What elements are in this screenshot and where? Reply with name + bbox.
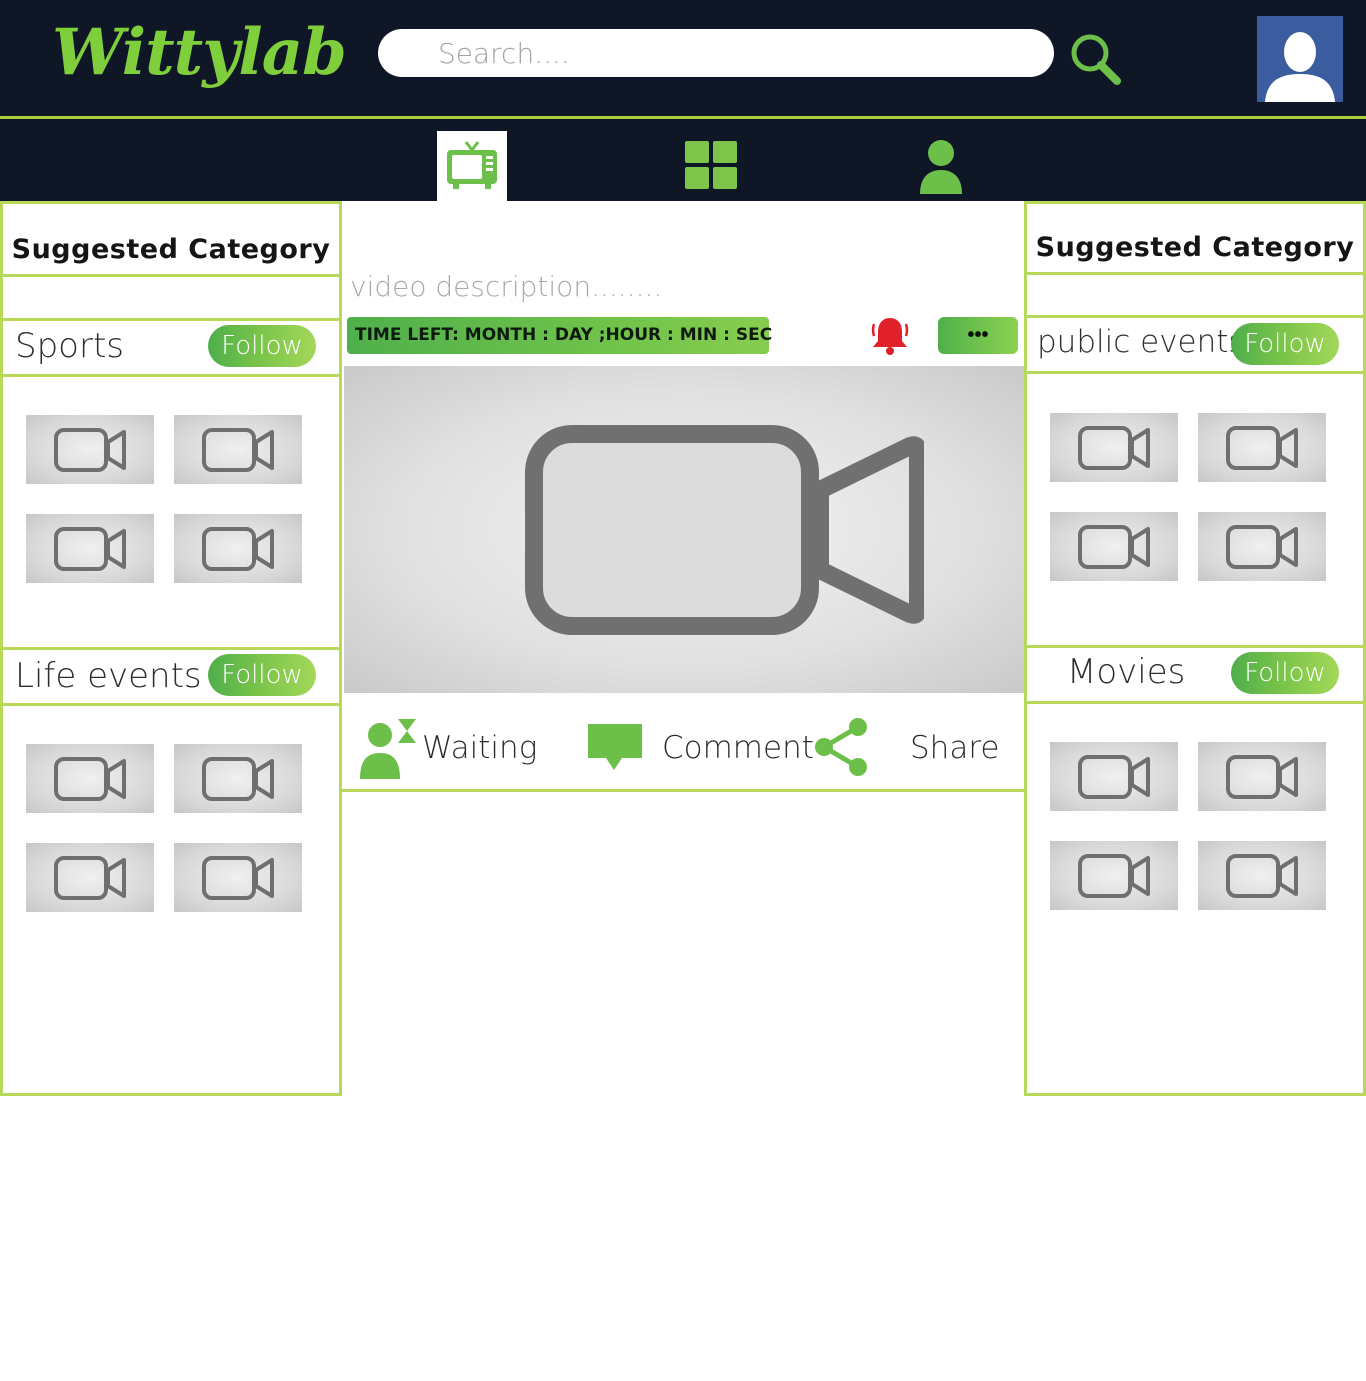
video-thumbnail[interactable] (174, 843, 302, 912)
bell-icon (871, 318, 909, 355)
divider (3, 274, 339, 277)
category-name-sports: Sports (15, 326, 124, 366)
video-thumbnail[interactable] (1198, 413, 1326, 482)
countdown-timer: TIME LEFT: MONTH : DAY ;HOUR : MIN : SEC (347, 317, 772, 354)
video-camera-icon (54, 757, 126, 801)
video-camera-icon (1226, 854, 1298, 898)
divider (1027, 315, 1363, 318)
category-name-life-events: Life events (15, 656, 202, 696)
category-name-public-events: public events (1037, 324, 1245, 360)
video-thumbnail[interactable] (26, 514, 154, 583)
video-camera-icon (1226, 755, 1298, 799)
tab-grid[interactable] (676, 131, 746, 201)
video-thumbnail[interactable] (1050, 742, 1178, 811)
divider (1027, 645, 1363, 648)
video-camera-icon (54, 428, 126, 472)
comment-button[interactable]: Comment (586, 716, 814, 780)
tab-profile[interactable] (906, 131, 976, 201)
video-thumbnail[interactable] (174, 415, 302, 484)
notify-button[interactable] (870, 314, 910, 356)
user-avatar-button[interactable] (1257, 16, 1343, 102)
share-label: Share (910, 730, 1000, 766)
divider (3, 703, 339, 706)
divider (1027, 272, 1363, 275)
waiting-label: Waiting (422, 730, 538, 766)
brand-logo[interactable]: Wittylab (52, 8, 347, 98)
video-camera-icon (202, 428, 274, 472)
video-camera-icon (1078, 426, 1150, 470)
video-thumbnail[interactable] (1050, 841, 1178, 910)
waiting-user-icon (360, 719, 416, 779)
video-camera-icon (1226, 525, 1298, 569)
video-thumbnail[interactable] (26, 843, 154, 912)
video-camera-icon (54, 527, 126, 571)
divider (3, 318, 339, 321)
video-camera-icon (1226, 426, 1298, 470)
search-button[interactable] (1066, 30, 1124, 88)
video-camera-icon (1078, 755, 1150, 799)
top-header: Wittylab (0, 0, 1366, 118)
category-name-movies: Movies (1067, 652, 1186, 692)
video-thumbnail[interactable] (1050, 512, 1178, 581)
video-thumbnail[interactable] (1198, 742, 1326, 811)
video-description: video description........ (350, 270, 663, 303)
video-camera-icon (202, 527, 274, 571)
divider (1027, 701, 1363, 704)
comment-label: Comment (662, 730, 814, 766)
video-camera-icon (202, 856, 274, 900)
search-icon (1071, 34, 1121, 85)
video-camera-icon (54, 856, 126, 900)
more-options-button[interactable]: ••• (938, 317, 1018, 354)
share-button[interactable]: Share (812, 716, 999, 780)
divider (3, 374, 339, 377)
search-bar (378, 29, 1054, 77)
profile-icon (920, 140, 962, 194)
comment-icon (588, 724, 642, 770)
video-camera-icon (1078, 525, 1150, 569)
video-thumbnail[interactable] (26, 415, 154, 484)
video-thumbnail[interactable] (174, 514, 302, 583)
video-thumbnail[interactable] (1050, 413, 1178, 482)
video-thumbnail[interactable] (1198, 512, 1326, 581)
grid-icon (685, 141, 737, 189)
share-icon (815, 718, 867, 776)
video-thumbnail[interactable] (174, 744, 302, 813)
follow-button-sports[interactable]: Follow (208, 325, 316, 367)
video-thumbnail[interactable] (1198, 841, 1326, 910)
left-suggested-panel: Suggested Category Sports Follow Life ev… (0, 201, 342, 1096)
follow-button-life-events[interactable]: Follow (208, 654, 316, 696)
divider (3, 647, 339, 650)
video-thumbnail[interactable] (26, 744, 154, 813)
follow-button-public-events[interactable]: Follow (1231, 323, 1339, 365)
right-suggested-panel: Suggested Category public events Follow … (1024, 201, 1366, 1096)
panel-title: Suggested Category (1035, 232, 1355, 263)
video-camera-icon (525, 425, 924, 635)
follow-button-movies[interactable]: Follow (1231, 652, 1339, 694)
video-camera-icon (1078, 854, 1150, 898)
actions-divider (340, 789, 1026, 792)
tab-tv[interactable] (437, 131, 507, 201)
waiting-button[interactable]: Waiting (360, 716, 537, 780)
tv-icon (447, 141, 497, 189)
user-avatar-icon (1265, 32, 1335, 102)
main-nav (0, 119, 1366, 201)
search-input[interactable] (438, 35, 1018, 71)
video-player[interactable] (344, 366, 1024, 693)
video-camera-icon (202, 757, 274, 801)
panel-title: Suggested Category (11, 234, 331, 265)
divider (1027, 371, 1363, 374)
